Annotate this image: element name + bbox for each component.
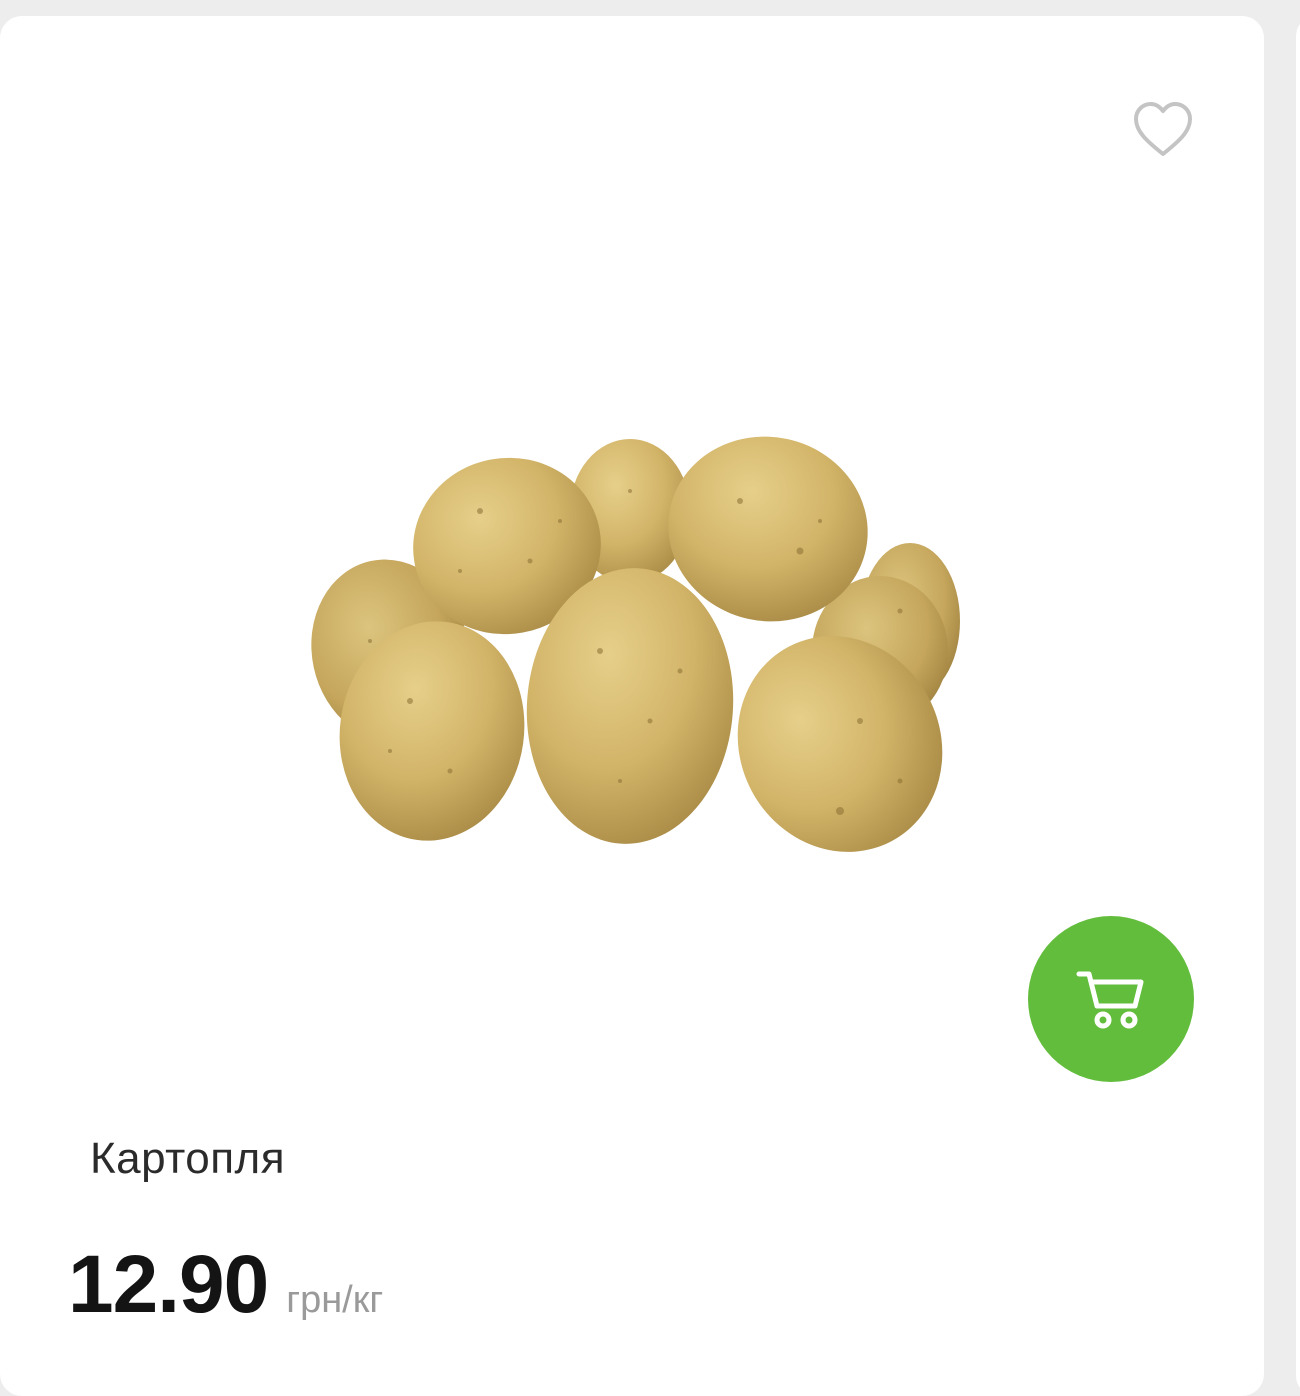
potatoes-image xyxy=(311,436,960,852)
product-name[interactable]: Картопля xyxy=(90,1134,285,1184)
heart-outline-icon xyxy=(1134,102,1192,156)
shopping-cart-icon xyxy=(1076,971,1144,1029)
price: 12.90 грн/кг xyxy=(68,1238,383,1332)
product-card[interactable]: Картопля 12.90 грн/кг xyxy=(0,16,1264,1396)
add-to-cart-button[interactable] xyxy=(1028,916,1194,1082)
next-product-card-edge xyxy=(1296,16,1300,1396)
price-value: 12.90 xyxy=(68,1239,269,1330)
price-unit: грн/кг xyxy=(286,1279,384,1321)
favorite-button[interactable] xyxy=(1128,98,1198,162)
